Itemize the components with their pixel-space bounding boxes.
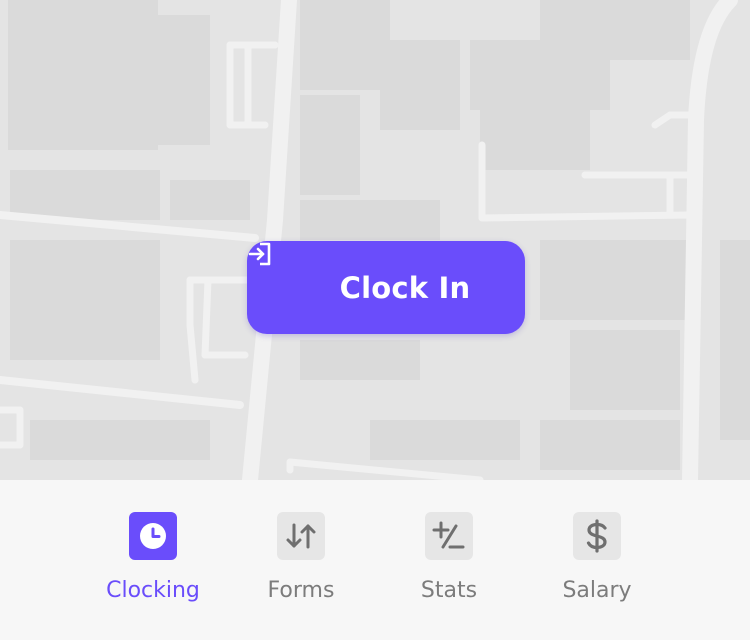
tab-salary[interactable]: Salary [523, 480, 671, 640]
map-view[interactable]: Clock In [0, 0, 750, 480]
clock-icon [129, 512, 177, 560]
clock-in-button[interactable]: Clock In [247, 241, 525, 334]
tab-label: Stats [420, 578, 478, 603]
tab-label: Clocking [106, 578, 200, 603]
bottom-tab-bar: Clocking Forms Stats Salary [0, 480, 750, 640]
dollar-icon [573, 512, 621, 560]
login-icon [248, 242, 328, 301]
tab-label: Salary [562, 578, 632, 603]
tab-stats[interactable]: Stats [375, 480, 523, 640]
sort-arrows-icon [277, 512, 325, 560]
tab-forms[interactable]: Forms [227, 480, 375, 640]
clock-in-label: Clock In [339, 270, 471, 305]
map-background [0, 0, 750, 480]
plus-minus-icon [425, 512, 473, 560]
tab-label: Forms [267, 578, 335, 603]
tab-clocking[interactable]: Clocking [79, 480, 227, 640]
